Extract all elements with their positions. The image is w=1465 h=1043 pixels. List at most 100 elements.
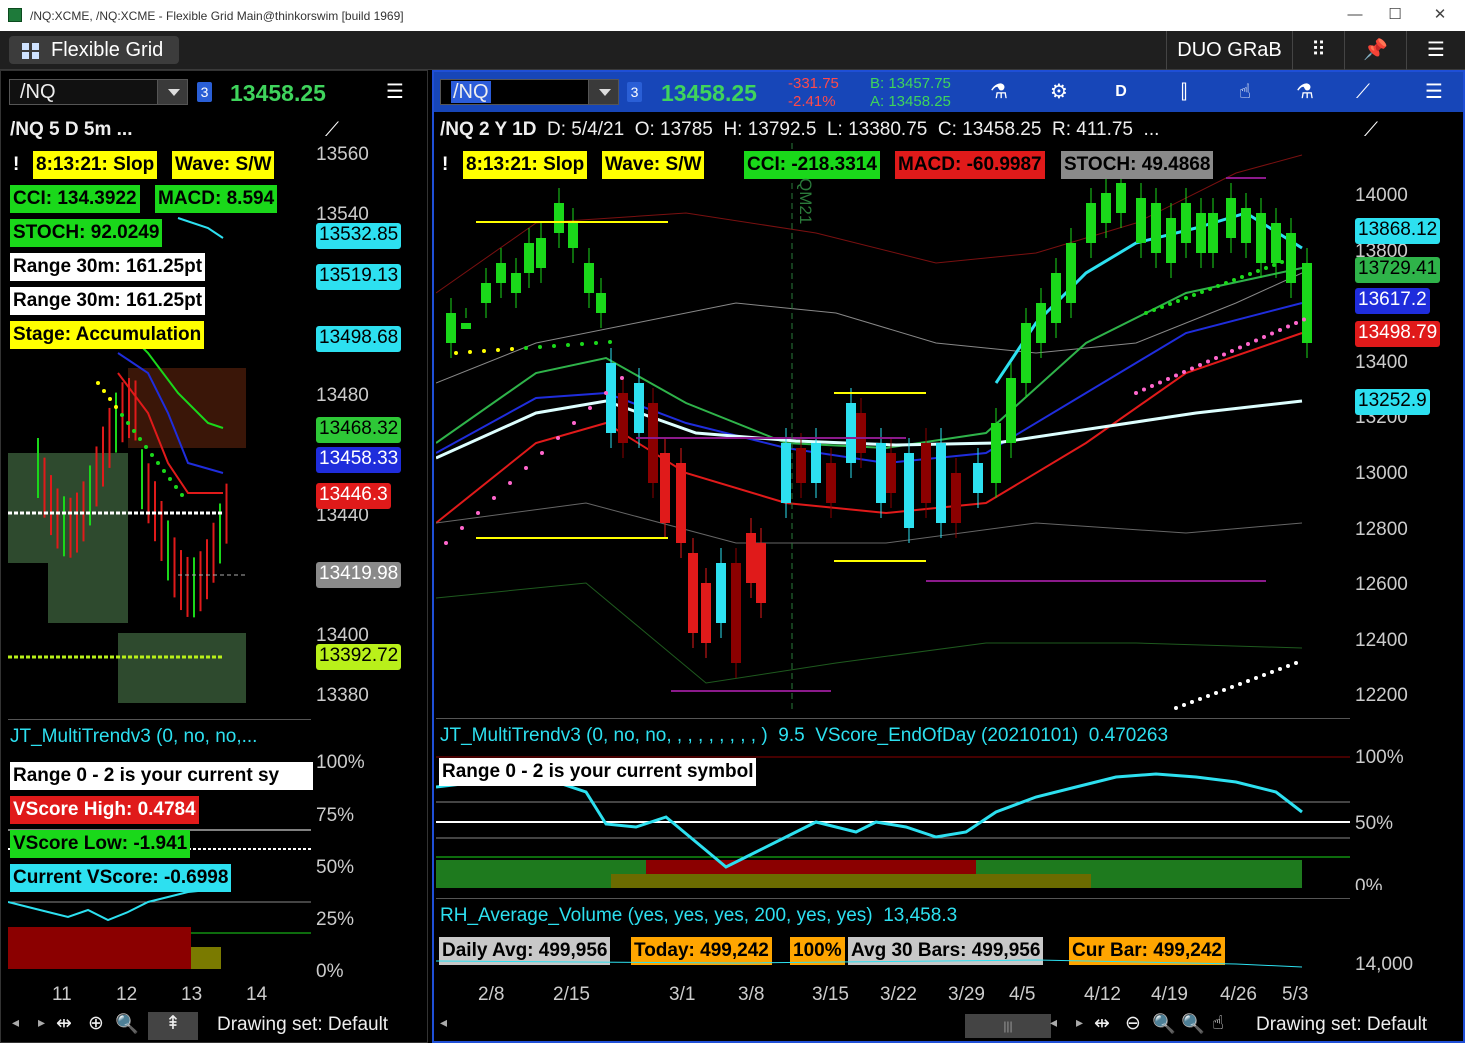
right-style-icon[interactable]: ⟋	[1354, 115, 1388, 145]
dot	[132, 429, 136, 433]
dot	[1278, 328, 1282, 332]
zoom-out-magnifier-icon[interactable]: 🔍	[1181, 1012, 1205, 1036]
net-change: -331.75	[788, 75, 839, 92]
dot	[168, 477, 172, 481]
candle	[496, 263, 506, 283]
candle	[676, 463, 686, 543]
dot	[482, 349, 486, 353]
scroll-left-icon[interactable]: ◂	[12, 1014, 19, 1031]
candle	[660, 453, 670, 523]
crosshair-icon[interactable]: ⊕	[88, 1012, 104, 1035]
candle	[1101, 193, 1111, 223]
study2-value: 13,458.3	[883, 905, 958, 926]
close-button[interactable]: ✕	[1420, 4, 1460, 26]
expand-icon[interactable]: ⇞	[148, 1012, 198, 1040]
grid-layout-icon	[22, 43, 40, 59]
left-menu-icon[interactable]: ☰	[378, 77, 412, 107]
dot	[1230, 349, 1234, 353]
divider	[8, 719, 311, 720]
scroll-right-icon[interactable]: ▸	[38, 1014, 45, 1031]
candle	[1302, 263, 1312, 343]
right-price-tag: 13498.79	[1355, 321, 1441, 347]
left-x-tick: 12	[116, 984, 138, 1005]
dot	[604, 391, 608, 395]
dot	[1294, 661, 1298, 665]
dot	[1216, 284, 1220, 288]
zoom-in-icon[interactable]: 🔍	[1152, 1012, 1176, 1036]
timeframe-button[interactable]: D	[1104, 77, 1138, 107]
cursor-hand-icon[interactable]: ☝	[1228, 77, 1262, 107]
window-title: /NQ:XCME, /NQ:XCME - Flexible Grid Main@…	[30, 9, 404, 23]
pan-icon[interactable]: ⇹	[1094, 1012, 1110, 1035]
right-axis-tick: 14000	[1355, 185, 1408, 206]
scrollbar-thumb[interactable]: |||	[965, 1014, 1051, 1038]
candle	[856, 413, 866, 453]
left-study-title: JT_MultiTrendv3 (0, no, no,...	[10, 726, 258, 747]
left-range-label: Range 30m: 161.25pt	[10, 253, 206, 281]
right-study-range-label: Range 0 - 2 is your current symbol	[439, 758, 757, 786]
dot	[1176, 299, 1180, 303]
dot	[556, 436, 560, 440]
dot	[1142, 387, 1146, 392]
right-price-tag: 13252.9	[1355, 389, 1430, 415]
left-price-tag: 13392.72	[316, 644, 402, 670]
dot	[120, 413, 124, 417]
right-drawing-set[interactable]: Drawing set: Default	[1256, 1014, 1427, 1036]
scroll-left-icon[interactable]: ◂	[1050, 1014, 1057, 1031]
zoom-out-icon[interactable]: ⊖	[1125, 1012, 1141, 1035]
candle	[511, 273, 521, 293]
dot	[1278, 667, 1282, 671]
scroll-right-icon[interactable]: ▸	[1076, 1014, 1083, 1031]
right-axis-tick: 12200	[1355, 685, 1408, 706]
menu-icon[interactable]: ☰	[1406, 31, 1465, 70]
hand-icon[interactable]: ☝	[1212, 1012, 1224, 1035]
candle	[1021, 323, 1031, 383]
pan-icon[interactable]: ⇹	[56, 1012, 72, 1035]
left-wave-label: Wave: S/W	[172, 151, 275, 179]
title-bar: /NQ:XCME, /NQ:XCME - Flexible Grid Main@…	[0, 0, 1465, 31]
grid-icon[interactable]: ⠿	[1292, 31, 1344, 70]
maximize-button[interactable]: ☐	[1375, 4, 1415, 26]
right-price-tag: 13617.2	[1355, 288, 1430, 314]
zoom-icon[interactable]: 🔍	[115, 1012, 139, 1036]
left-drawing-set[interactable]: Drawing set: Default	[217, 1014, 388, 1036]
studies-flask-icon[interactable]: ⚗	[982, 77, 1016, 107]
right-symbol-input[interactable]: /NQ	[440, 79, 619, 105]
candle	[731, 563, 741, 663]
vscore-current-label: Current VScore: -0.6998	[10, 864, 232, 892]
volume-line	[436, 959, 1303, 968]
duo-grab-button[interactable]: DUO GRaB	[1166, 31, 1292, 70]
left-x-tick: 11	[52, 984, 72, 1005]
chevron-down-icon[interactable]	[157, 80, 187, 104]
left-symbol-input[interactable]: /NQ	[9, 79, 188, 105]
flexible-grid-button[interactable]: Flexible Grid	[9, 36, 179, 64]
dot	[620, 376, 624, 380]
chart-type-icon[interactable]: ⫿	[1167, 77, 1201, 107]
flask-icon[interactable]: ⚗	[1288, 77, 1322, 107]
pin-icon[interactable]: 📌	[1344, 31, 1406, 70]
scroll-left-icon[interactable]: ◂	[440, 1014, 447, 1031]
right-x-tick: 4/5	[1009, 984, 1036, 1005]
right-axis-tick: 12800	[1355, 519, 1408, 540]
dot	[1192, 293, 1196, 297]
drawing-tools-icon[interactable]: ⟋	[1346, 77, 1380, 107]
dot	[1246, 679, 1250, 683]
chevron-down-icon[interactable]	[588, 80, 618, 104]
right-wave-label: Wave: S/W	[602, 151, 705, 179]
study1-vscore-name: VScore_EndOfDay (20210101)	[815, 725, 1079, 746]
right-x-tick: 4/26	[1220, 984, 1257, 1005]
right-menu-icon[interactable]: ☰	[1417, 77, 1451, 107]
right-price-chart[interactable]	[436, 143, 1350, 713]
right-x-tick: 2/15	[553, 984, 590, 1005]
expiry-label: QM21	[796, 178, 815, 225]
lower-green-line	[436, 582, 1303, 684]
dot	[96, 381, 100, 385]
left-style-icon[interactable]: ⟋	[315, 115, 349, 145]
link-badge[interactable]: 3	[627, 82, 642, 102]
minimize-button[interactable]: —	[1335, 4, 1375, 26]
left-x-tick: 13	[181, 984, 203, 1005]
settings-gear-icon[interactable]: ⚙	[1042, 77, 1076, 107]
candle	[1116, 183, 1126, 213]
dot	[510, 347, 514, 351]
link-badge[interactable]: 3	[197, 82, 212, 102]
